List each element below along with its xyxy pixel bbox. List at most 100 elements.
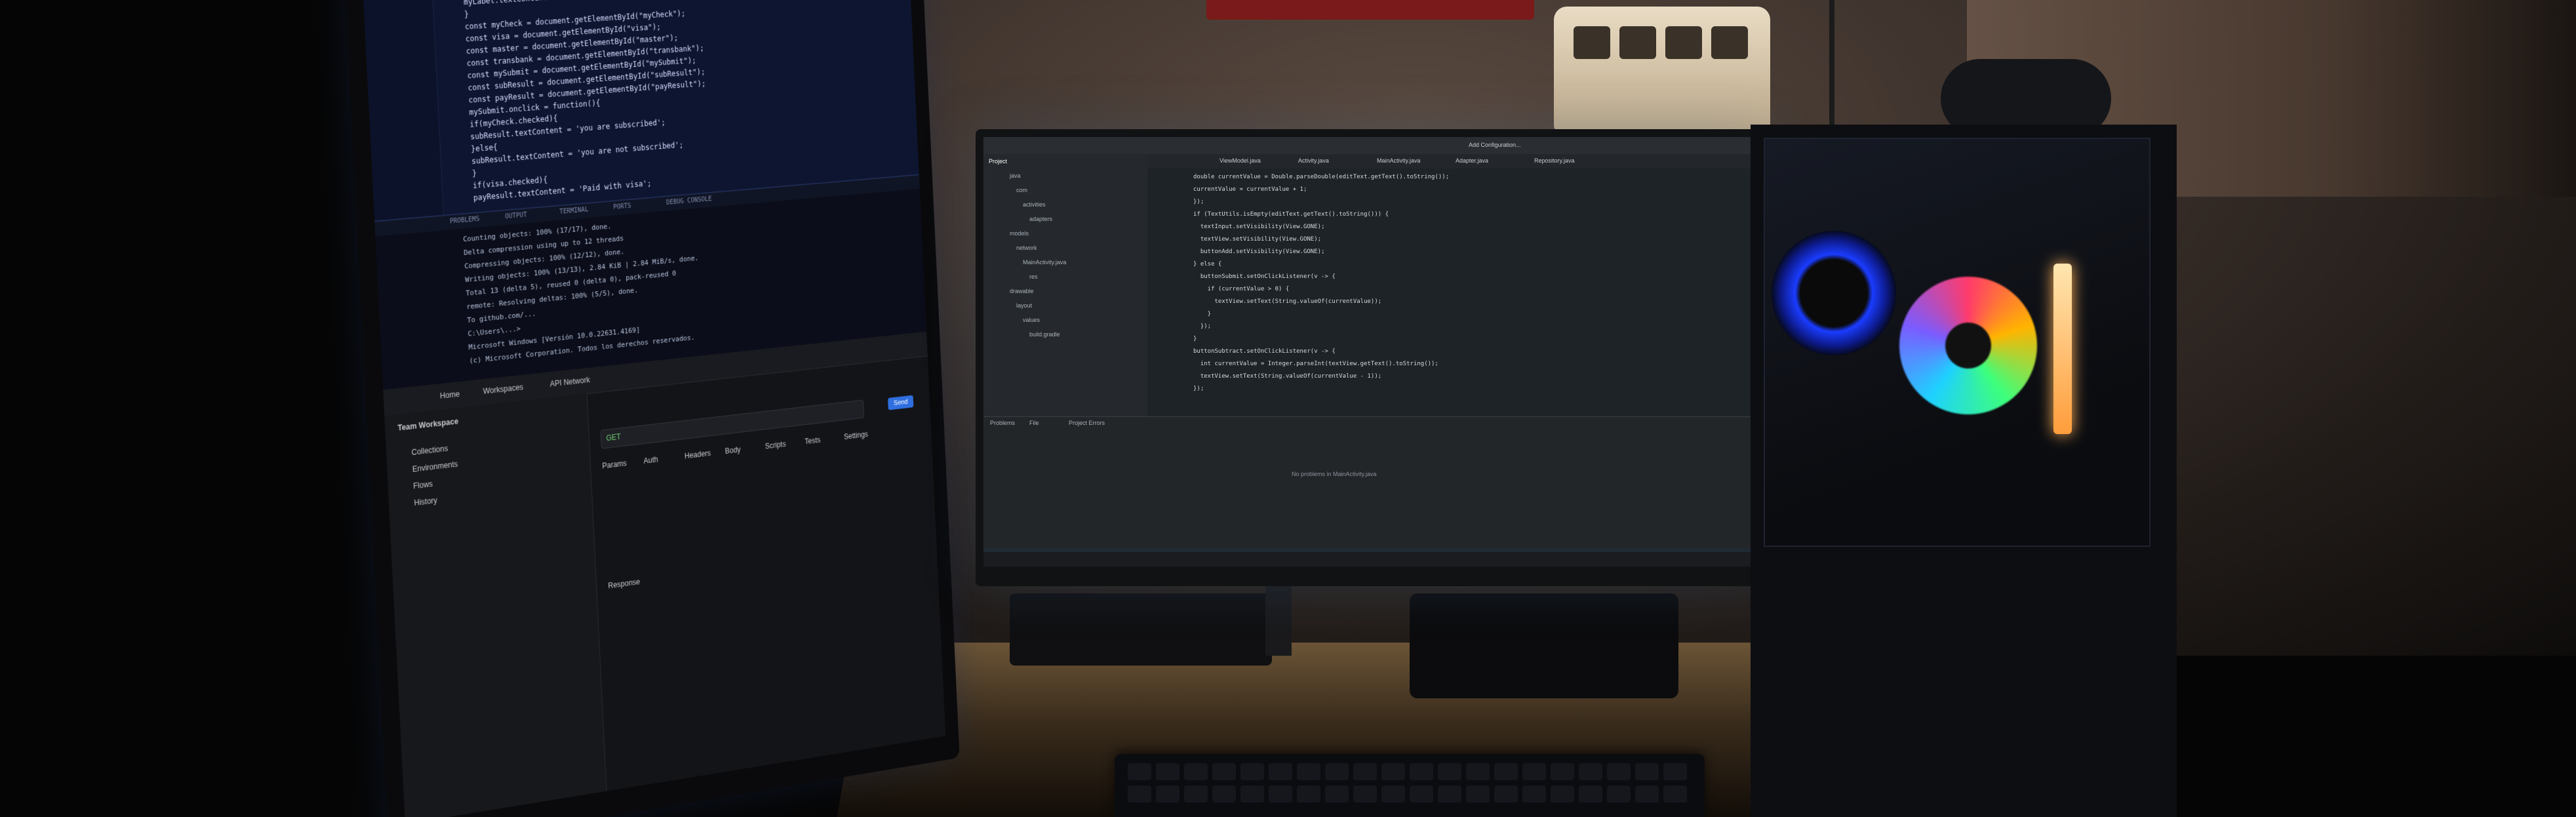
- code-line: if (currentValue > 0) {: [1193, 286, 1290, 292]
- tree-row[interactable]: adapters: [1029, 216, 1052, 222]
- request-url-field[interactable]: GET: [600, 399, 865, 449]
- send-button[interactable]: Send: [888, 395, 914, 410]
- code-line: }: [471, 169, 477, 178]
- project-label[interactable]: Project: [989, 158, 1007, 165]
- speaker-right: [1410, 593, 1678, 698]
- editor-tab[interactable]: Repository.java: [1534, 157, 1574, 164]
- keyboard-key: [1551, 786, 1574, 803]
- code-line: int currentValue = Integer.parseInt(text…: [1193, 361, 1438, 367]
- sidebar-item-history[interactable]: History: [414, 496, 437, 508]
- keyboard-key: [1522, 786, 1546, 803]
- nav-api-network[interactable]: API Network: [549, 375, 590, 388]
- tree-row[interactable]: activities: [1023, 201, 1046, 208]
- terminal-tab[interactable]: PORTS: [613, 203, 631, 211]
- sidebar-item-collections[interactable]: Collections: [411, 444, 448, 457]
- editor-tabs: ViewModel.java Activity.java MainActivity.…: [1147, 154, 1761, 169]
- request-tab[interactable]: Settings: [844, 429, 868, 441]
- code-line: if (TextUtils.isEmpty(editText.getText()…: [1193, 211, 1389, 218]
- tree-row[interactable]: drawable: [1010, 288, 1034, 294]
- terminal-tab[interactable]: PROBLEMS: [450, 216, 480, 226]
- request-tab[interactable]: Tests: [804, 435, 821, 446]
- tree-row[interactable]: models: [1010, 230, 1029, 237]
- run-config-select[interactable]: Add Configuration...: [1469, 142, 1521, 148]
- keyboard-key: [1156, 763, 1179, 780]
- method-select[interactable]: GET: [606, 432, 621, 443]
- keyboard-key: [1297, 786, 1320, 803]
- code-line: myLabel.textContent = randNum;: [464, 0, 595, 7]
- pc-case: [1751, 125, 2177, 817]
- keyboard-key: [1635, 786, 1659, 803]
- keyboard-key: [1494, 786, 1518, 803]
- center-monitor-screen: Add Configuration... Project java com acti…: [983, 137, 1761, 567]
- sidebar-item-flows[interactable]: Flows: [413, 479, 433, 490]
- bus-window: [1711, 26, 1748, 59]
- code-line: textInput.setVisibility(View.GONE);: [1193, 224, 1325, 230]
- request-tab[interactable]: Params: [602, 459, 627, 471]
- postman-app: Home Workspaces API Network Team Workspa…: [383, 331, 946, 817]
- request-tab[interactable]: Headers: [684, 448, 711, 460]
- keyboard-key: [1325, 763, 1349, 780]
- code-line: subResult.textContent = 'you are not sub…: [471, 140, 684, 166]
- nav-workspaces[interactable]: Workspaces: [483, 382, 523, 395]
- terminal-line: C:\Users\...>: [467, 324, 521, 338]
- problems-panel: Problems File Project Errors No problems i…: [983, 416, 1761, 548]
- request-tab[interactable]: Auth: [643, 455, 658, 466]
- code-line: textView.setText(String.valueOf(currentV…: [1193, 373, 1382, 380]
- keyboard-key: [1240, 763, 1264, 780]
- code-line: textView.setVisibility(View.GONE);: [1193, 236, 1322, 243]
- problems-tab[interactable]: File: [1029, 420, 1039, 426]
- terminal-tab[interactable]: TERMINAL: [559, 206, 589, 215]
- speaker-left: [1010, 593, 1272, 666]
- request-tab[interactable]: Scripts: [765, 439, 786, 450]
- keyboard-key: [1466, 763, 1490, 780]
- windows-taskbar: [983, 552, 1761, 567]
- keyboard-key: [1607, 786, 1631, 803]
- keyboard-key: [1240, 786, 1264, 803]
- request-tab[interactable]: Body: [724, 445, 741, 456]
- editor-tab[interactable]: Activity.java: [1298, 157, 1329, 164]
- editor-tab[interactable]: Adapter.java: [1456, 157, 1488, 164]
- editor-tab[interactable]: MainActivity.java: [1377, 157, 1420, 164]
- editor-gutter: [363, 0, 445, 221]
- keyboard-key: [1353, 786, 1377, 803]
- keyboard-key: [1579, 763, 1602, 780]
- sidebar-item-environments[interactable]: Environments: [412, 460, 458, 474]
- bus-window: [1619, 26, 1656, 59]
- ide-toolbar: Add Configuration...: [983, 137, 1761, 154]
- code-line: } else {: [1193, 261, 1222, 268]
- keyboard-key: [1353, 763, 1377, 780]
- bus-window: [1665, 26, 1702, 59]
- keyboard-key: [1184, 786, 1208, 803]
- problems-tab[interactable]: Problems: [990, 420, 1015, 426]
- bus-window: [1574, 26, 1610, 59]
- keyboard-key: [1212, 763, 1236, 780]
- response-label: Response: [608, 577, 641, 591]
- tempered-glass-panel: [1764, 138, 2150, 547]
- problems-message: No problems in MainActivity.java: [1292, 471, 1377, 477]
- tree-row[interactable]: MainActivity.java: [1023, 259, 1066, 266]
- keyboard-key: [1410, 763, 1433, 780]
- problems-tab[interactable]: Project Errors: [1069, 420, 1105, 426]
- keyboard-key: [1635, 763, 1659, 780]
- keyboard-key: [1579, 786, 1602, 803]
- tree-row[interactable]: java: [1010, 172, 1021, 179]
- terminal-line: To github.com/...: [467, 309, 536, 325]
- terminal-tab[interactable]: DEBUG CONSOLE: [666, 195, 712, 206]
- terminal-tab[interactable]: OUTPUT: [505, 212, 527, 221]
- code-line: });: [1193, 323, 1212, 330]
- tree-row[interactable]: layout: [1016, 302, 1032, 309]
- rgb-cpu-cooler: [1899, 277, 2037, 414]
- desk-setup-photo: randNum = Math.floor(Math.random() * max…: [0, 0, 2576, 817]
- code-line: currentValue = currentValue + 1;: [1193, 186, 1307, 193]
- keyboard-key: [1663, 763, 1687, 780]
- editor-tab[interactable]: ViewModel.java: [1219, 157, 1261, 164]
- rgb-ram: [2053, 264, 2072, 434]
- tree-row[interactable]: res: [1029, 273, 1038, 280]
- tree-row[interactable]: build.gradle: [1029, 331, 1060, 338]
- tree-row[interactable]: network: [1016, 245, 1037, 251]
- nav-home[interactable]: Home: [440, 389, 460, 401]
- keyboard-key: [1269, 763, 1292, 780]
- tree-row[interactable]: values: [1023, 317, 1040, 323]
- tree-row[interactable]: com: [1016, 187, 1027, 193]
- code-line: });: [1193, 199, 1204, 205]
